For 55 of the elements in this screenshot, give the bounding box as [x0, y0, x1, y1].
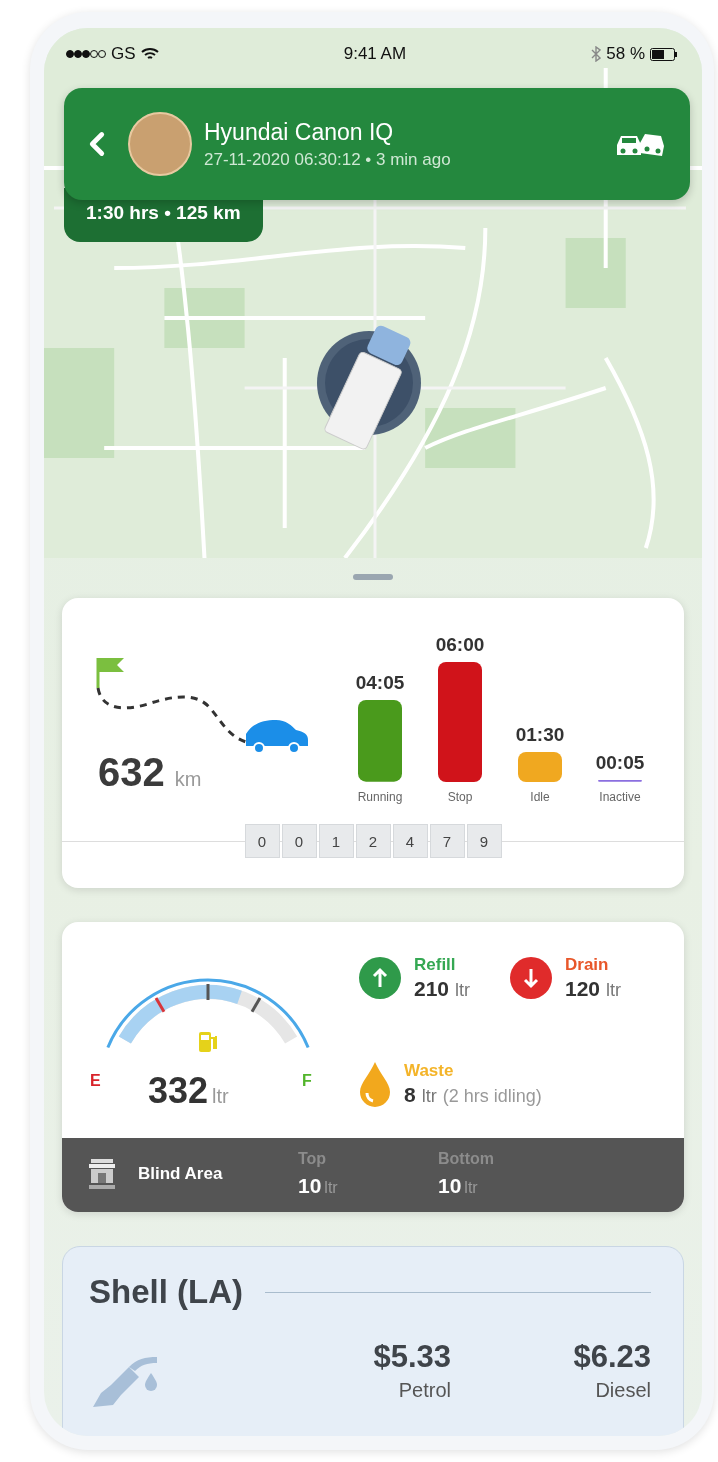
drop-icon [358, 1061, 392, 1107]
fuel-type-label: Diesel [595, 1379, 651, 1402]
fuel-event-label: Waste [404, 1061, 455, 1081]
fuel-event-unit: ltr [421, 1086, 437, 1107]
odometer-digit: 0 [281, 824, 317, 858]
full-label: F [302, 1072, 312, 1090]
wifi-icon [140, 47, 159, 61]
fuel-pump-icon [198, 1030, 218, 1054]
drag-handle[interactable] [353, 574, 393, 580]
bar-value-label: 06:00 [435, 634, 485, 656]
distance-value: 632 [98, 750, 165, 795]
fuel-event-value: 8 [404, 1083, 416, 1107]
carrier-name: GS [111, 44, 136, 64]
empty-label: E [90, 1072, 101, 1090]
fuel-event-note: (2 hrs idling) [442, 1086, 542, 1107]
bar-value-label: 00:05 [595, 752, 645, 775]
store-icon [88, 1158, 116, 1190]
distance-unit: km [174, 768, 202, 791]
fuel-type-label: Petrol [398, 1379, 451, 1402]
bar-value-label: 04:05 [355, 672, 405, 695]
odometer-digit: 0 [244, 824, 280, 858]
station-name: Shell (LA) [89, 1273, 243, 1311]
fuel-price: $5.33 [373, 1339, 451, 1375]
fuel-unit: ltr [212, 1085, 229, 1108]
vehicle-name: Hyundai Canon IQ [204, 118, 395, 146]
battery-icon [650, 47, 678, 61]
odometer-digit: 4 [392, 824, 428, 858]
battery-percent: 58 % [606, 44, 645, 64]
activity-bar [518, 752, 562, 782]
fuel-event-unit: ltr [455, 980, 471, 1001]
odometer-digit: 7 [429, 824, 465, 858]
vehicle-timestamp: 27-11-2020 06:30:12 • 3 min ago [204, 149, 452, 170]
odometer-digit: 2 [355, 824, 391, 858]
reading-unit: ltr [464, 1179, 478, 1197]
bluetooth-icon [591, 46, 602, 62]
odometer-digit: 1 [318, 824, 354, 858]
clock-time: 9:41 AM [343, 44, 407, 64]
bar-category-label: Stop [447, 790, 473, 804]
fuel-event-value: 120 [565, 977, 601, 1001]
fuel-event-label: Refill [414, 955, 457, 975]
reading-value: 10 [298, 1174, 322, 1198]
bar-category-label: Inactive [599, 790, 641, 804]
bar-value-label: 01:30 [515, 724, 565, 746]
reading-unit: ltr [324, 1179, 338, 1197]
fuel-event-unit: ltr [606, 980, 622, 1001]
fuel-value: 332 [148, 1070, 209, 1112]
signal-icon [66, 49, 106, 59]
blind-area-label: Blind Area [138, 1164, 224, 1184]
bar-category-label: Idle [530, 790, 550, 804]
bar-category-label: Running [357, 790, 403, 804]
fuel-event-label: Drain [565, 955, 610, 975]
fuel-event-value: 210 [414, 977, 450, 1001]
odometer-digit: 9 [466, 824, 502, 858]
reading-value: 10 [438, 1174, 462, 1198]
fuel-price: $6.23 [573, 1339, 651, 1375]
